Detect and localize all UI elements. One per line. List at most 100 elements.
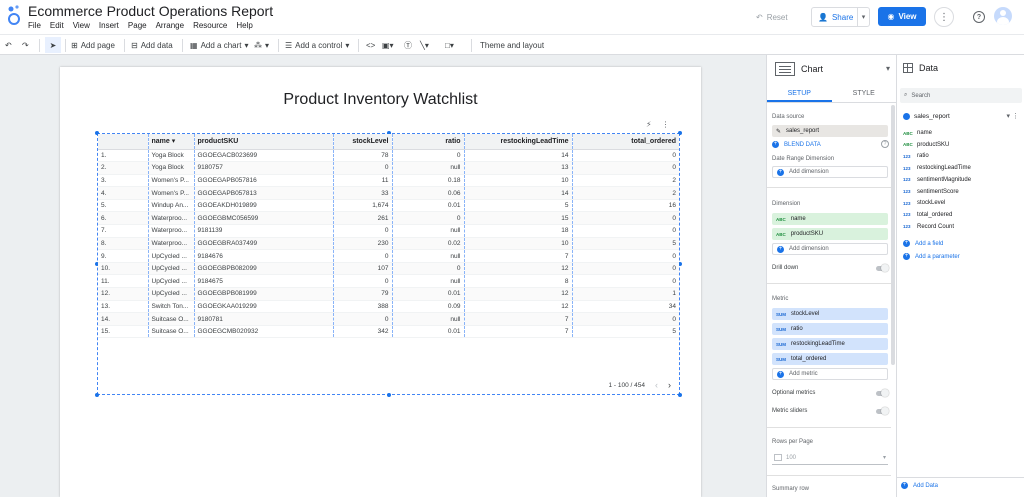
table-chart[interactable]: name ▾ productSKU stockLevel ratio resto… <box>95 131 682 397</box>
select-cursor-icon[interactable]: ➤ <box>45 37 61 53</box>
chevron-down-icon[interactable]: ▾ <box>1007 113 1011 120</box>
reset-button[interactable]: ↶ Reset <box>756 7 788 27</box>
table-row[interactable]: 5. Windup An... GGOEAKDH019899 1,674 0.01 5 16 <box>98 199 679 213</box>
table-row[interactable]: 8. Waterproo... GGOEGBRA037499 230 0.02 10 5 <box>98 237 679 251</box>
field-item[interactable]: 123 restockingLeadTime <box>903 165 971 171</box>
view-button[interactable]: ◉ View <box>878 7 926 26</box>
table-row[interactable]: 15. Suitcase O... GGOEGCMB020932 342 0.01 7 5 <box>98 325 679 339</box>
table-row[interactable]: 2. Yoga Block 9180757 0 null 13 0 <box>98 161 679 175</box>
field-item[interactable]: 123 Record Count <box>903 224 954 230</box>
avatar[interactable] <box>994 7 1012 25</box>
table-row[interactable]: 13. Switch Ton... GGOEGKAA019299 388 0.09 12 3… <box>98 300 679 314</box>
help-icon[interactable]: ? <box>973 11 985 23</box>
chevron-down-icon: ▾ <box>345 40 350 50</box>
column-header-ratio[interactable]: ratio <box>391 134 464 150</box>
resize-handle[interactable] <box>678 393 682 397</box>
previous-page-icon[interactable]: ‹ <box>655 380 658 390</box>
table-row[interactable]: 1. Yoga Block GGOEGACB023699 78 0 14 0 <box>98 149 679 163</box>
table-row[interactable]: 14. Suitcase O... 9180781 0 null 7 0 <box>98 312 679 326</box>
add-data-button[interactable]: ⊟ Add data <box>131 37 173 53</box>
more-options-icon[interactable]: ⋮ <box>1012 113 1019 120</box>
pencil-icon[interactable]: ✎ <box>776 128 781 135</box>
metric-chip-restockingleadtime[interactable]: SUM restockingLeadTime <box>772 338 888 350</box>
add-metric-button[interactable]: + Add metric <box>772 368 888 380</box>
image-icon[interactable]: ▣▾ <box>382 37 394 53</box>
menu-insert[interactable]: Insert <box>99 21 119 30</box>
menu-page[interactable]: Page <box>128 21 147 30</box>
chevron-down-icon[interactable]: ▾ <box>886 64 890 73</box>
tab-style[interactable]: STYLE <box>832 85 897 102</box>
add-date-range-dimension-button[interactable]: + Add dimension <box>772 166 888 178</box>
dimension-chip-productsku[interactable]: ABC productSKU <box>772 228 888 240</box>
shape-icon[interactable]: □▾ <box>445 37 454 53</box>
table-row[interactable]: 12. UpCycled ... GGOEGBPB081999 79 0.01 12 1 <box>98 287 679 301</box>
add-parameter-button[interactable]: + Add a parameter <box>903 253 960 260</box>
add-dimension-button[interactable]: + Add dimension <box>772 243 888 255</box>
dimension-chip-name[interactable]: ABC name <box>772 213 888 225</box>
panel-scrollbar[interactable] <box>891 105 895 365</box>
tab-setup[interactable]: SETUP <box>767 85 832 102</box>
chevron-down-icon: ▾ <box>244 40 249 50</box>
data-source-item[interactable]: sales_report <box>903 113 950 120</box>
table-row[interactable]: 3. Women's P... GGOEGAPB057816 11 0.18 10 2 <box>98 174 679 188</box>
field-item[interactable]: ABC productSKU <box>903 142 949 148</box>
line-icon[interactable]: ╲▾ <box>420 37 429 53</box>
menu-file[interactable]: File <box>28 21 41 30</box>
resize-handle[interactable] <box>95 393 99 397</box>
column-header-restockingleadtime[interactable]: restockingLeadTime <box>463 134 572 150</box>
table-row[interactable]: 7. Waterproo... 9181139 0 null 18 0 <box>98 224 679 238</box>
field-item[interactable]: 123 sentimentMagnitude <box>903 177 971 183</box>
column-header-total-ordered[interactable]: total_ordered <box>571 134 679 150</box>
menu-edit[interactable]: Edit <box>50 21 64 30</box>
next-page-icon[interactable]: › <box>668 380 671 390</box>
more-options-icon[interactable]: ⋮ <box>934 7 954 27</box>
text-box-icon[interactable]: Ⓣ <box>404 37 412 53</box>
redo-icon[interactable]: ↷ <box>22 37 29 53</box>
table-row[interactable]: 10. UpCycled ... GGOEGBPB082099 107 0 12 0 <box>98 262 679 276</box>
menu-view[interactable]: View <box>73 21 90 30</box>
report-title[interactable]: Product Inventory Watchlist <box>60 91 701 109</box>
field-item[interactable]: 123 total_ordered <box>903 212 952 218</box>
menu-resource[interactable]: Resource <box>193 21 227 30</box>
field-item[interactable]: 123 sentimentScore <box>903 189 959 195</box>
chart-menu-icon[interactable]: ⋮ <box>662 120 670 129</box>
metric-sliders-toggle[interactable] <box>876 407 889 415</box>
field-item[interactable]: 123 ratio <box>903 153 929 159</box>
field-item[interactable]: 123 stockLevel <box>903 200 945 206</box>
field-item[interactable]: ABC name <box>903 130 932 136</box>
lightning-icon[interactable]: ⚡ <box>646 120 652 129</box>
menu-help[interactable]: Help <box>236 21 252 30</box>
table-row[interactable]: 11. UpCycled ... 9184675 0 null 8 0 <box>98 274 679 289</box>
help-icon[interactable]: ? <box>881 140 889 148</box>
field-search-input[interactable]: ⌕ Search <box>900 88 1022 103</box>
community-viz-button[interactable]: ⁂ ▾ <box>254 37 269 53</box>
add-chart-button[interactable]: ▦ Add a chart ▾ <box>190 37 249 53</box>
column-header-productsku[interactable]: productSKU <box>193 134 333 150</box>
add-page-button[interactable]: ⊞ Add page <box>71 37 115 53</box>
optional-metrics-toggle[interactable] <box>876 389 889 397</box>
add-control-button[interactable]: ☰ Add a control ▾ <box>285 37 349 53</box>
data-source-chip[interactable]: ✎ sales_report <box>772 125 888 137</box>
metric-chip-ratio[interactable]: SUM ratio <box>772 323 888 335</box>
column-header-name[interactable]: name ▾ <box>147 134 194 150</box>
menu-arrange[interactable]: Arrange <box>156 21 184 30</box>
table-row[interactable]: 9. UpCycled ... 9184676 0 null 7 0 <box>98 249 679 263</box>
column-header-stocklevel[interactable]: stockLevel <box>332 134 392 150</box>
drill-down-toggle[interactable] <box>876 264 889 272</box>
undo-icon[interactable]: ↶ <box>5 37 12 53</box>
theme-and-layout-button[interactable]: Theme and layout <box>480 37 544 53</box>
share-button[interactable]: 👤 Share ▾ <box>811 7 870 27</box>
blend-data-button[interactable]: + BLEND DATA <box>772 141 821 148</box>
table-chart-type-icon[interactable] <box>775 62 795 76</box>
add-data-button[interactable]: + Add Data <box>901 482 938 489</box>
resize-handle[interactable] <box>387 393 391 397</box>
embed-code-icon[interactable]: <> <box>366 37 375 53</box>
table-row[interactable]: 6. Waterproo... GGOEGBMC056599 261 0 15 0 <box>98 211 679 226</box>
share-dropdown-icon[interactable]: ▾ <box>857 8 869 26</box>
rows-per-page-select[interactable]: 100 ▾ <box>772 451 888 465</box>
metric-chip-total-ordered[interactable]: SUM total_ordered <box>772 353 888 365</box>
add-field-button[interactable]: + Add a field <box>903 240 943 247</box>
metric-chip-stocklevel[interactable]: SUM stockLevel <box>772 308 888 320</box>
table-row[interactable]: 4. Women's P... GGOEGAPB057813 33 0.06 14 2 <box>98 186 679 200</box>
document-title[interactable]: Ecommerce Product Operations Report <box>28 3 273 19</box>
